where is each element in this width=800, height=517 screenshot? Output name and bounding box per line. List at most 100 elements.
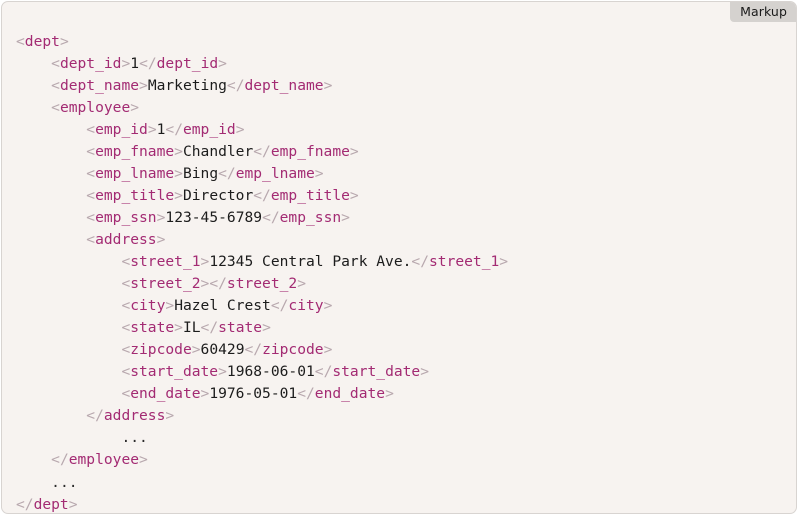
angle-bracket: > bbox=[68, 495, 78, 513]
xml-tag-name: emp_title bbox=[95, 186, 175, 204]
angle-bracket: > bbox=[200, 253, 210, 271]
xml-tag-name: zipcode bbox=[262, 341, 324, 359]
xml-text-value: Hazel Crest bbox=[174, 297, 271, 315]
xml-tag-name: state bbox=[130, 319, 175, 337]
angle-bracket: > bbox=[499, 253, 509, 271]
xml-tag-name: emp_id bbox=[182, 120, 236, 138]
angle-bracket: < bbox=[121, 275, 131, 293]
code-line: </dept> bbox=[16, 494, 508, 513]
angle-bracket: > bbox=[200, 275, 210, 293]
xml-tag-name: emp_id bbox=[95, 120, 148, 138]
xml-tag-name: street_2 bbox=[130, 275, 201, 293]
angle-bracket: > bbox=[235, 120, 245, 138]
angle-bracket: > bbox=[191, 341, 201, 359]
angle-bracket: < bbox=[121, 297, 131, 315]
code-line: <emp_lname>Bing</emp_lname> bbox=[16, 163, 508, 185]
xml-code-listing[interactable]: <dept> <dept_id>1</dept_id> <dept_name>M… bbox=[2, 17, 508, 513]
xml-tag-name: employee bbox=[68, 451, 140, 469]
angle-bracket: > bbox=[121, 54, 131, 72]
angle-bracket: > bbox=[174, 164, 183, 182]
xml-tag-name: address bbox=[95, 231, 157, 249]
xml-tag-name: emp_fname bbox=[95, 142, 175, 160]
code-line: <emp_ssn>123-45-6789</emp_ssn> bbox=[16, 207, 508, 229]
xml-tag-name: start_date bbox=[130, 363, 219, 381]
xml-tag-name: emp_lname bbox=[235, 164, 315, 182]
angle-bracket: </ bbox=[200, 319, 219, 337]
code-line: <street_2></street_2> bbox=[16, 273, 508, 295]
angle-bracket: </ bbox=[209, 275, 227, 293]
angle-bracket: > bbox=[165, 297, 175, 315]
xml-ellipsis: ... bbox=[121, 429, 148, 447]
xml-text-value: 123-45-6789 bbox=[165, 208, 263, 226]
code-line: <city>Hazel Crest</city> bbox=[16, 295, 508, 317]
angle-bracket: < bbox=[121, 253, 131, 271]
angle-bracket: </ bbox=[270, 297, 289, 315]
angle-bracket: > bbox=[174, 319, 183, 337]
angle-bracket: < bbox=[86, 186, 96, 204]
angle-bracket: < bbox=[121, 319, 131, 337]
angle-bracket: > bbox=[59, 32, 69, 50]
angle-bracket: < bbox=[51, 54, 60, 72]
xml-text-value: 1 bbox=[130, 54, 140, 72]
xml-tag-name: address bbox=[103, 407, 166, 425]
xml-tag-name: street_1 bbox=[130, 253, 201, 271]
xml-text-value: 1976-05-01 bbox=[209, 385, 298, 403]
code-line: <zipcode>60429</zipcode> bbox=[16, 339, 508, 361]
angle-bracket: < bbox=[121, 341, 131, 359]
code-line: <street_1>12345 Central Park Ave.</stree… bbox=[16, 251, 508, 273]
angle-bracket: </ bbox=[411, 253, 429, 271]
code-line: ... bbox=[16, 427, 508, 449]
angle-bracket: </ bbox=[253, 186, 271, 204]
xml-tag-name: dept_id bbox=[59, 54, 122, 72]
xml-tag-name: emp_title bbox=[270, 186, 350, 204]
angle-bracket: > bbox=[218, 363, 227, 381]
xml-text-value: 12345 Central Park Ave. bbox=[209, 253, 412, 271]
code-line: <employee> bbox=[16, 97, 508, 119]
code-line: <emp_title>Director</emp_title> bbox=[16, 185, 508, 207]
angle-bracket: > bbox=[147, 120, 157, 138]
angle-bracket: > bbox=[174, 186, 183, 204]
xml-tag-name: dept bbox=[33, 495, 69, 513]
code-line: <dept_name>Marketing</dept_name> bbox=[16, 75, 508, 97]
code-line: ... bbox=[16, 472, 508, 494]
angle-bracket: < bbox=[51, 98, 60, 116]
angle-bracket: > bbox=[323, 341, 333, 359]
angle-bracket: </ bbox=[226, 76, 245, 94]
angle-bracket: > bbox=[130, 98, 140, 116]
xml-tag-name: state bbox=[218, 319, 263, 337]
angle-bracket: > bbox=[156, 231, 166, 249]
angle-bracket: </ bbox=[253, 142, 271, 160]
angle-bracket: < bbox=[51, 76, 60, 94]
code-line: <address> bbox=[16, 229, 508, 251]
code-line: </address> bbox=[16, 405, 508, 427]
xml-tag-name: end_date bbox=[130, 385, 201, 403]
xml-text-value: 60429 bbox=[200, 341, 245, 359]
angle-bracket: > bbox=[314, 164, 324, 182]
xml-tag-name: dept bbox=[24, 32, 60, 50]
angle-bracket: </ bbox=[262, 208, 280, 226]
angle-bracket: </ bbox=[51, 451, 69, 469]
xml-tag-name: emp_ssn bbox=[279, 208, 342, 226]
angle-bracket: </ bbox=[16, 495, 34, 513]
angle-bracket: > bbox=[385, 385, 394, 403]
angle-bracket: > bbox=[297, 275, 306, 293]
angle-bracket: > bbox=[420, 363, 430, 381]
markup-language-tab: Markup bbox=[730, 2, 796, 22]
xml-tag-name: dept_name bbox=[244, 76, 324, 94]
xml-text-value: IL bbox=[182, 319, 201, 337]
xml-tag-name: dept_id bbox=[156, 54, 219, 72]
angle-bracket: </ bbox=[86, 407, 104, 425]
xml-tag-name: emp_ssn bbox=[95, 208, 157, 226]
angle-bracket: </ bbox=[218, 164, 236, 182]
xml-text-value: 1968-06-01 bbox=[226, 363, 315, 381]
angle-bracket: > bbox=[139, 76, 148, 94]
code-line: <start_date>1968-06-01</start_date> bbox=[16, 361, 508, 383]
angle-bracket: > bbox=[262, 319, 271, 337]
xml-tag-name: city bbox=[288, 297, 324, 315]
code-line: <emp_id>1</emp_id> bbox=[16, 119, 508, 141]
angle-bracket: > bbox=[200, 385, 210, 403]
angle-bracket: < bbox=[86, 164, 96, 182]
angle-bracket: </ bbox=[244, 341, 263, 359]
xml-tag-name: zipcode bbox=[130, 341, 192, 359]
angle-bracket: > bbox=[218, 54, 227, 72]
